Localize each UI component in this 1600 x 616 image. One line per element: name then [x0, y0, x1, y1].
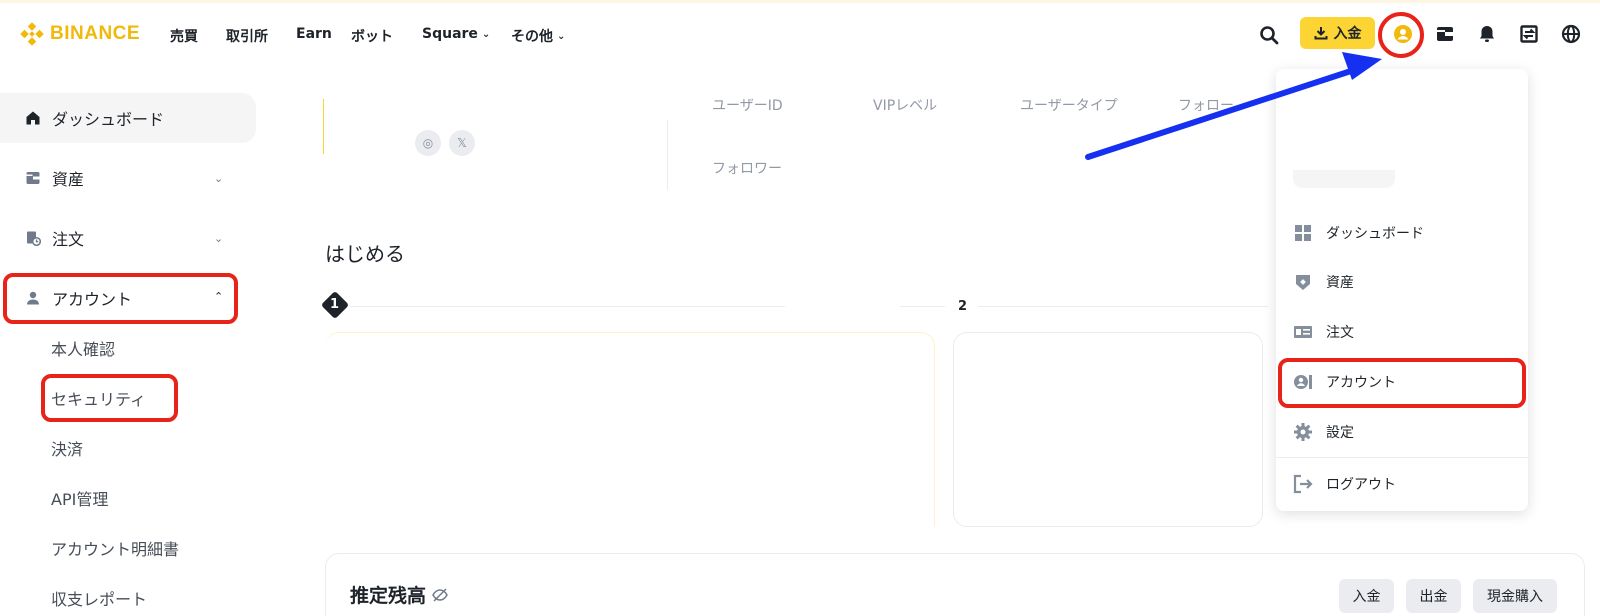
annotation-arrow — [1085, 52, 1382, 160]
